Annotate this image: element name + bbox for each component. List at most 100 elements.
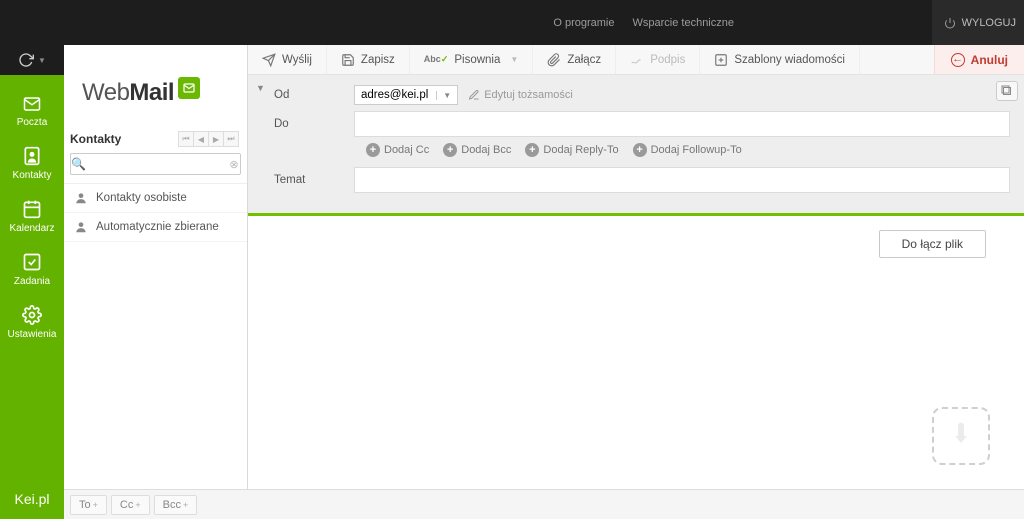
dropzone[interactable] — [932, 407, 990, 465]
subject-row: Temat — [262, 167, 1010, 193]
top-links: O programie Wsparcie techniczne — [553, 17, 734, 29]
top-bar: O programie Wsparcie techniczne WYLOGUJ — [0, 0, 1024, 45]
save-button[interactable]: Zapisz — [327, 45, 410, 74]
logout-button[interactable]: WYLOGUJ — [932, 0, 1024, 45]
sidebar-item-contacts[interactable]: Kontakty — [0, 136, 64, 189]
sidebar-item-label: Kalendarz — [9, 223, 54, 234]
support-link[interactable]: Wsparcie techniczne — [633, 17, 735, 29]
sidebar-item-label: Ustawienia — [8, 329, 57, 340]
sidebar-item-label: Zadania — [14, 276, 50, 287]
sidebar-item-calendar[interactable]: Kalendarz — [0, 189, 64, 242]
add-replyto-link[interactable]: +Dodaj Reply-To — [525, 143, 618, 157]
signature-button[interactable]: Podpis — [616, 45, 700, 74]
plus-icon: + — [525, 143, 539, 157]
brand-footer: Kei.pl — [0, 479, 64, 519]
collapse-toggle[interactable]: ▼ — [256, 83, 265, 93]
calendar-icon — [22, 199, 42, 219]
download-icon — [947, 422, 975, 450]
tasks-icon — [22, 252, 42, 272]
subject-input[interactable] — [354, 167, 1010, 193]
add-recipient-links: +Dodaj Cc +Dodaj Bcc +Dodaj Reply-To +Do… — [366, 143, 1010, 157]
popout-button[interactable] — [996, 81, 1018, 101]
compose-toolbar: Wyślij Zapisz Abc✓ Pisownia ▼ Załącz Pod… — [248, 45, 1024, 75]
cancel-label: Anuluj — [971, 53, 1008, 67]
from-value: adres@kei.pl — [361, 89, 428, 101]
toolbar-label: Podpis — [650, 54, 685, 66]
compose-area: Wyślij Zapisz Abc✓ Pisownia ▼ Załącz Pod… — [248, 45, 1024, 489]
edit-identities-link[interactable]: Edytuj tożsamości — [468, 89, 573, 101]
attach-button[interactable]: Załącz — [533, 45, 616, 74]
contact-group-label: Automatycznie zbierane — [96, 221, 219, 233]
refresh-dd[interactable]: ▼ — [38, 56, 46, 65]
popout-icon — [1001, 85, 1013, 97]
add-followup-link[interactable]: +Dodaj Followup-To — [633, 143, 742, 157]
send-button[interactable]: Wyślij — [248, 45, 327, 74]
sidebar-item-mail[interactable]: Poczta — [0, 85, 64, 136]
paperclip-icon — [547, 53, 561, 67]
to-label: Do — [262, 118, 354, 130]
app-logo: WebMail — [64, 45, 247, 131]
person-icon — [74, 220, 88, 234]
last-page-button[interactable]: ⏭ — [223, 131, 239, 147]
edit-icon — [468, 89, 480, 101]
add-bcc-link[interactable]: +Dodaj Bcc — [443, 143, 511, 157]
template-icon — [714, 53, 728, 67]
contact-group-auto[interactable]: Automatycznie zbierane — [64, 213, 247, 242]
search-box: 🔍 ⊗ — [70, 153, 241, 175]
contact-group-label: Kontakty osobiste — [96, 192, 187, 204]
signature-icon — [630, 53, 644, 67]
spell-icon: Abc✓ — [424, 54, 449, 65]
toolbar-label: Wyślij — [282, 54, 312, 66]
sidebar-item-settings[interactable]: Ustawienia — [0, 295, 64, 348]
chevron-down-icon[interactable]: ▼ — [510, 55, 518, 64]
logo-icon — [178, 77, 200, 99]
prev-page-button[interactable]: ◀ — [193, 131, 209, 147]
refresh-strip: ▼ — [0, 45, 64, 75]
contact-groups: Kontakty osobiste Automatycznie zbierane — [64, 183, 247, 242]
add-cc-button[interactable]: Cc+ — [111, 495, 150, 515]
message-body[interactable]: Do łącz plik — [248, 216, 1024, 489]
next-page-button[interactable]: ▶ — [208, 131, 224, 147]
cancel-button[interactable]: ← Anuluj — [934, 45, 1024, 74]
spellcheck-button[interactable]: Abc✓ Pisownia ▼ — [410, 45, 534, 74]
main-sidebar: Poczta Kontakty Kalendarz Zadania Ustawi… — [0, 75, 64, 519]
send-icon — [262, 53, 276, 67]
search-icon: 🔍 — [71, 157, 86, 171]
attach-file-button[interactable]: Do łącz plik — [879, 230, 986, 258]
contacts-header: Kontakty ⏮ ◀ ▶ ⏭ — [64, 131, 247, 153]
contacts-panel: WebMail Kontakty ⏮ ◀ ▶ ⏭ 🔍 ⊗ Kontakty os… — [64, 45, 248, 489]
bottom-bar: To+ Cc+ Bcc+ — [64, 489, 1024, 519]
sidebar-item-label: Poczta — [17, 117, 48, 128]
search-input[interactable] — [86, 155, 228, 173]
add-bcc-button[interactable]: Bcc+ — [154, 495, 198, 515]
logo-text: WebMail — [82, 79, 174, 107]
clear-search-button[interactable]: ⊗ — [228, 158, 240, 171]
search-wrap: 🔍 ⊗ — [64, 153, 247, 183]
from-row: Od adres@kei.pl ▼ Edytuj tożsamości — [262, 85, 1010, 105]
toolbar-label: Załącz — [567, 54, 601, 66]
about-link[interactable]: O programie — [553, 17, 614, 29]
person-icon — [74, 191, 88, 205]
contact-group-personal[interactable]: Kontakty osobiste — [64, 184, 247, 213]
power-icon — [944, 17, 956, 29]
from-select[interactable]: adres@kei.pl ▼ — [354, 85, 458, 105]
toolbar-label: Zapisz — [361, 54, 395, 66]
sidebar-item-label: Kontakty — [13, 170, 52, 181]
cancel-icon: ← — [951, 53, 965, 67]
templates-button[interactable]: Szablony wiadomości — [700, 45, 860, 74]
logout-label: WYLOGUJ — [962, 17, 1016, 29]
add-cc-link[interactable]: +Dodaj Cc — [366, 143, 429, 157]
add-to-button[interactable]: To+ — [70, 495, 107, 515]
dark-corner — [0, 0, 64, 45]
refresh-icon[interactable] — [18, 52, 34, 68]
first-page-button[interactable]: ⏮ — [178, 131, 194, 147]
gear-icon — [22, 305, 42, 325]
plus-icon: + — [366, 143, 380, 157]
mail-icon — [21, 95, 43, 113]
from-label: Od — [262, 89, 354, 101]
to-input[interactable] — [354, 111, 1010, 137]
sidebar-item-tasks[interactable]: Zadania — [0, 242, 64, 295]
chevron-down-icon: ▼ — [436, 91, 451, 100]
subject-label: Temat — [262, 174, 354, 186]
contacts-nav: ⏮ ◀ ▶ ⏭ — [179, 131, 239, 147]
